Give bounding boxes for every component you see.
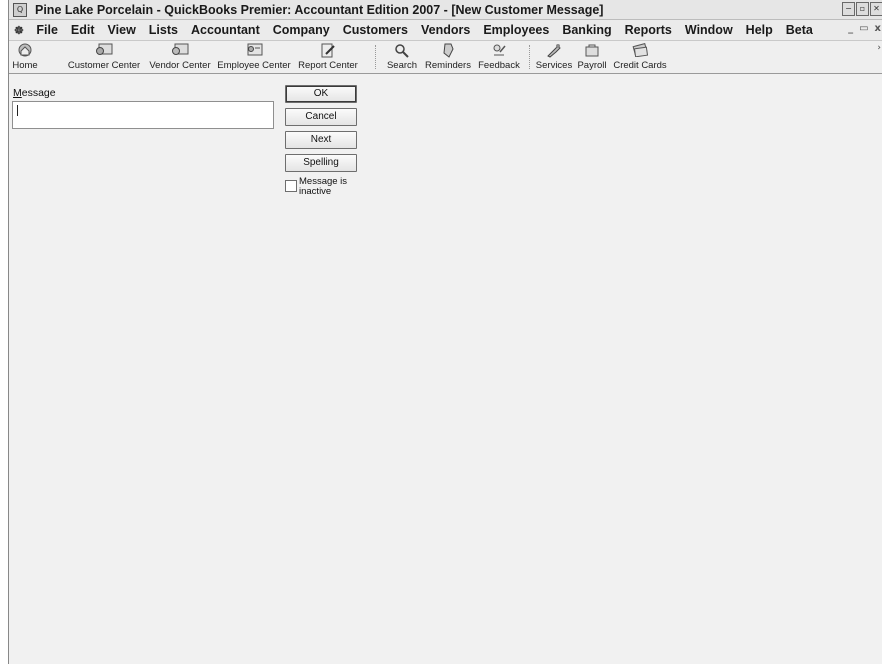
minimize-button[interactable]: −: [842, 2, 855, 16]
message-inactive-label: Message is inactive: [299, 176, 348, 197]
menu-window[interactable]: Window: [678, 23, 739, 37]
cancel-button[interactable]: Cancel: [285, 108, 357, 126]
employee-center-icon: [244, 42, 264, 58]
payroll-icon: [584, 42, 600, 58]
next-button[interactable]: Next: [285, 131, 357, 149]
mdi-controls: _ ▭ x: [848, 23, 881, 34]
toolbar-services[interactable]: Services: [535, 42, 573, 72]
menu-bar: ☸ File Edit View Lists Accountant Compan…: [9, 20, 882, 41]
menu-banking[interactable]: Banking: [556, 23, 618, 37]
title-bar: Q Pine Lake Porcelain - QuickBooks Premi…: [9, 0, 882, 20]
text-caret: [17, 105, 18, 116]
ok-button[interactable]: OK: [285, 85, 357, 103]
toolbar-customer-center[interactable]: Customer Center: [67, 42, 141, 72]
menu-file[interactable]: File: [30, 23, 65, 37]
message-input[interactable]: [12, 101, 274, 129]
menu-accountant[interactable]: Accountant: [184, 23, 266, 37]
menu-employees[interactable]: Employees: [477, 23, 556, 37]
feedback-icon: [491, 42, 507, 58]
menu-view[interactable]: View: [101, 23, 142, 37]
mdi-minimize-button[interactable]: _: [848, 23, 853, 34]
mdi-close-button[interactable]: x: [875, 23, 881, 34]
menu-edit[interactable]: Edit: [64, 23, 101, 37]
services-icon: [546, 42, 562, 58]
toolbar-vendor-center[interactable]: Vendor Center: [147, 42, 213, 72]
toolbar-home[interactable]: Home: [12, 42, 38, 72]
reminders-icon: [441, 42, 455, 58]
app-icon[interactable]: Q: [13, 2, 27, 17]
toolbar-report-center[interactable]: Report Center: [297, 42, 359, 72]
report-center-icon: [320, 42, 336, 58]
toolbar-employee-center[interactable]: Employee Center: [217, 42, 291, 72]
toolbar-credit-cards[interactable]: Credit Cards: [613, 42, 667, 72]
toolbar-feedback[interactable]: Feedback: [478, 42, 520, 72]
menu-company[interactable]: Company: [266, 23, 336, 37]
vendor-center-icon: [170, 42, 190, 58]
toolbar-search[interactable]: Search: [387, 42, 417, 72]
spelling-button[interactable]: Spelling: [285, 154, 357, 172]
message-inactive-option[interactable]: Message is inactive: [285, 177, 351, 197]
search-icon: [394, 42, 410, 58]
menu-customers[interactable]: Customers: [336, 23, 414, 37]
toolbar-more-icon[interactable]: ›: [877, 43, 881, 53]
message-inactive-checkbox[interactable]: [285, 180, 297, 192]
home-icon: [17, 42, 33, 58]
toolbar-separator: [375, 45, 376, 69]
icon-bar: Home Customer Center Vendor Center Emplo…: [9, 41, 882, 74]
menu-vendors[interactable]: Vendors: [414, 23, 476, 37]
menu-beta[interactable]: Beta: [779, 23, 819, 37]
customer-center-icon: [94, 42, 114, 58]
menu-reports[interactable]: Reports: [618, 23, 678, 37]
menu-help[interactable]: Help: [739, 23, 779, 37]
window-title: Pine Lake Porcelain - QuickBooks Premier…: [35, 2, 604, 17]
toolbar-payroll[interactable]: Payroll: [577, 42, 607, 72]
message-label: Message: [13, 87, 56, 99]
app-window: Q Pine Lake Porcelain - QuickBooks Premi…: [8, 0, 882, 664]
mdi-restore-button[interactable]: ▭: [859, 23, 868, 34]
close-button[interactable]: ✕: [870, 2, 882, 16]
toolbar-separator: [529, 45, 530, 69]
menu-lists[interactable]: Lists: [142, 23, 184, 37]
document-menu-icon[interactable]: ☸: [14, 24, 24, 37]
toolbar-reminders[interactable]: Reminders: [425, 42, 471, 72]
restore-button[interactable]: ▫: [856, 2, 869, 16]
window-controls: − ▫ ✕: [842, 2, 882, 16]
credit-cards-icon: [631, 42, 649, 58]
new-customer-message-form: Message OK Cancel Next Spelling Message …: [9, 74, 882, 664]
